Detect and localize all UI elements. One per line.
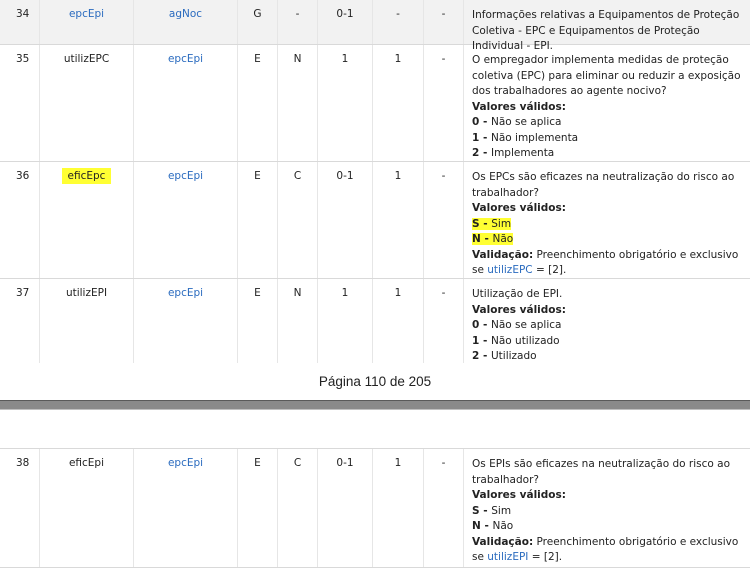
decimals: - bbox=[424, 162, 464, 278]
layout-table-top: 34 epcEpi agNoc G - 0-1 - - Informações … bbox=[0, 0, 750, 363]
description-text: Utilização de EPI. bbox=[472, 288, 563, 300]
table-row: 36 eficEpc epcEpi E C 0-1 1 - Os EPCs sã… bbox=[0, 162, 750, 279]
valid-values-label: Valores válidos: bbox=[472, 100, 566, 113]
table-row: 38 eficEpi epcEpi E C 0-1 1 - Os EPIs sã… bbox=[0, 449, 750, 568]
valid-value-item: 2 - Utilizado bbox=[472, 350, 537, 362]
data-type: C bbox=[278, 162, 318, 278]
valid-value-item: 1 - Não utilizado bbox=[472, 334, 560, 347]
field-name: eficEpi bbox=[40, 449, 134, 567]
description-text: Os EPIs são eficazes na neutralização do… bbox=[472, 458, 731, 486]
row-number: 37 bbox=[0, 279, 40, 363]
occurrence: 0-1 bbox=[318, 449, 373, 567]
occurrence: 1 bbox=[318, 279, 373, 363]
element-type: E bbox=[238, 162, 278, 278]
valid-value-item: N - Não bbox=[472, 233, 514, 245]
size: 1 bbox=[373, 45, 424, 161]
parent-link[interactable]: epcEpi bbox=[134, 162, 238, 278]
element-type: E bbox=[238, 449, 278, 567]
decimals: - bbox=[424, 45, 464, 161]
size: 1 bbox=[373, 279, 424, 363]
description-text: Os EPCs são eficazes na neutralização do… bbox=[472, 171, 735, 199]
decimals: - bbox=[424, 0, 464, 44]
parent-link[interactable]: agNoc bbox=[134, 0, 238, 44]
row-number: 38 bbox=[0, 449, 40, 567]
field-name: utilizEPI bbox=[40, 279, 134, 363]
field-name: eficEpc bbox=[40, 162, 134, 278]
field-name: utilizEPC bbox=[40, 45, 134, 161]
table-row: 37 utilizEPI epcEpi E N 1 1 - Utilização… bbox=[0, 279, 750, 363]
row-number: 35 bbox=[0, 45, 40, 161]
valid-value-item: 1 - Não implementa bbox=[472, 131, 579, 144]
validation-link[interactable]: utilizEPC bbox=[487, 264, 532, 276]
occurrence: 0-1 bbox=[318, 0, 373, 44]
row-number: 36 bbox=[0, 162, 40, 278]
description: Os EPIs são eficazes na neutralização do… bbox=[464, 449, 750, 567]
table-row: 34 epcEpi agNoc G - 0-1 - - Informações … bbox=[0, 0, 750, 52]
layout-table-bottom: 38 eficEpi epcEpi E C 0-1 1 - Os EPIs sã… bbox=[0, 448, 750, 568]
description: Os EPCs são eficazes na neutralização do… bbox=[464, 162, 750, 278]
validation-text: Validação: Preenchimento obrigatório e e… bbox=[472, 248, 739, 277]
element-type: E bbox=[238, 279, 278, 363]
data-type: C bbox=[278, 449, 318, 567]
field-name-link[interactable]: epcEpi bbox=[40, 0, 134, 44]
description: O empregador implementa medidas de prote… bbox=[464, 45, 750, 161]
validation-text: Validação: Preenchimento obrigatório e e… bbox=[472, 535, 739, 564]
valid-value-item: 0 - Não se aplica bbox=[472, 319, 562, 331]
valid-values-label: Valores válidos: bbox=[472, 489, 566, 501]
occurrence: 1 bbox=[318, 45, 373, 161]
data-type: N bbox=[278, 45, 318, 161]
parent-link[interactable]: epcEpi bbox=[134, 449, 238, 567]
size: 1 bbox=[373, 162, 424, 278]
element-type: E bbox=[238, 45, 278, 161]
row-number: 34 bbox=[0, 0, 40, 44]
size: - bbox=[373, 0, 424, 44]
element-type: G bbox=[238, 0, 278, 44]
data-type: N bbox=[278, 279, 318, 363]
description: Informações relativas a Equipamentos de … bbox=[464, 0, 750, 52]
valid-value-item: 0 - Não se aplica bbox=[472, 116, 562, 128]
data-type: - bbox=[278, 0, 318, 44]
description: Utilização de EPI. Valores válidos: 0 - … bbox=[464, 279, 750, 363]
page-break-divider bbox=[0, 400, 750, 410]
parent-link[interactable]: epcEpi bbox=[134, 279, 238, 363]
valid-values-label: Valores válidos: bbox=[472, 202, 566, 214]
table-row: 35 utilizEPC epcEpi E N 1 1 - O empregad… bbox=[0, 45, 750, 162]
occurrence: 0-1 bbox=[318, 162, 373, 278]
description-text: O empregador implementa medidas de prote… bbox=[472, 54, 741, 97]
validation-link[interactable]: utilizEPI bbox=[487, 551, 528, 563]
decimals: - bbox=[424, 449, 464, 567]
size: 1 bbox=[373, 449, 424, 567]
page-footer: Página 110 de 205 bbox=[318, 374, 432, 389]
parent-link[interactable]: epcEpi bbox=[134, 45, 238, 161]
decimals: - bbox=[424, 279, 464, 363]
valid-value-item: S - Sim bbox=[472, 504, 512, 517]
valid-values-label: Valores válidos: bbox=[472, 303, 566, 316]
valid-value-item: 2 - Implementa bbox=[472, 147, 555, 159]
highlighted-field-name: eficEpc bbox=[61, 168, 112, 184]
valid-value-item: S - Sim bbox=[472, 217, 512, 230]
valid-value-item: N - Não bbox=[472, 520, 514, 532]
